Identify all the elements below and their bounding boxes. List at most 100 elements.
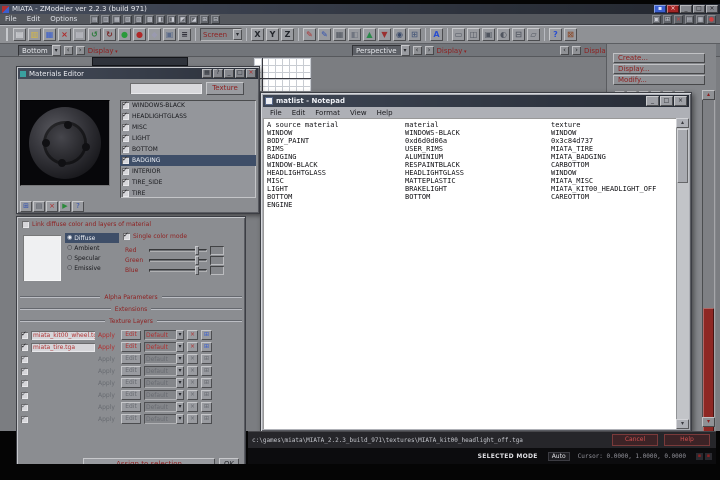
layer-uv-button[interactable] bbox=[201, 378, 212, 388]
window-button[interactable]: × bbox=[246, 69, 256, 78]
axis-toggle-button[interactable]: Y bbox=[266, 28, 279, 41]
material-list-item[interactable]: WINDOWS-BLACK bbox=[120, 100, 256, 111]
window-button[interactable]: □ bbox=[660, 96, 673, 106]
window-button[interactable]: □ bbox=[235, 69, 245, 78]
material-list-item[interactable]: INTERIOR bbox=[120, 166, 256, 177]
command-button[interactable]: Create... bbox=[613, 53, 705, 63]
material-list-item[interactable]: BOTTOM bbox=[120, 144, 256, 155]
layer-delete-button[interactable] bbox=[187, 402, 198, 412]
material-list-item[interactable]: BADGING bbox=[120, 155, 256, 166]
menubar-tool-icon[interactable]: × bbox=[674, 14, 683, 24]
toolbar-icon[interactable]: ↺ bbox=[88, 28, 101, 41]
menubar-tool-icon[interactable]: ◩ bbox=[178, 14, 188, 24]
toolbar-icon[interactable]: ▤ bbox=[13, 28, 26, 41]
layer-delete-button[interactable] bbox=[187, 342, 198, 352]
material-list-item[interactable]: HEADLIGHTGLASS bbox=[120, 111, 256, 122]
color-channel-option[interactable]: Ambient bbox=[65, 243, 119, 253]
link-checkbox[interactable] bbox=[22, 221, 29, 228]
layer-uv-button[interactable] bbox=[201, 330, 212, 340]
menubar-tool-icon[interactable]: ◨ bbox=[167, 14, 177, 24]
notepad-titlebar[interactable]: matlist - Notepad _ □ × bbox=[263, 95, 689, 107]
toolbar-icon[interactable]: ◐ bbox=[497, 28, 510, 41]
layer-blend-dropdown[interactable]: Default bbox=[144, 378, 184, 388]
layer-texture-name[interactable] bbox=[31, 415, 95, 424]
window-button[interactable]: × bbox=[667, 5, 679, 13]
material-list-item[interactable]: MISC bbox=[120, 122, 256, 133]
layer-edit-button[interactable]: Edit bbox=[121, 330, 141, 340]
layer-edit-button[interactable]: Edit bbox=[121, 402, 141, 412]
layer-blend-dropdown[interactable]: Default bbox=[144, 402, 184, 412]
layer-checkbox[interactable] bbox=[21, 391, 28, 399]
layer-texture-name[interactable]: miata_tire.tga bbox=[31, 342, 95, 352]
menubar-tool-icon[interactable]: ▦ bbox=[696, 14, 705, 24]
prev-view-button[interactable] bbox=[560, 46, 569, 55]
menubar-tool-icon[interactable]: ▧ bbox=[123, 14, 133, 24]
command-button[interactable]: Modify... bbox=[613, 75, 705, 85]
next-view-button[interactable] bbox=[75, 46, 85, 55]
slider-value-spinner[interactable] bbox=[210, 255, 224, 265]
slider-thumb[interactable] bbox=[195, 265, 200, 275]
material-visibility-checkbox[interactable] bbox=[122, 189, 129, 197]
window-button[interactable]: × bbox=[674, 96, 687, 106]
window-button[interactable]: _ bbox=[680, 5, 692, 13]
next-view-button[interactable] bbox=[572, 46, 581, 55]
menubar-tool-icon[interactable]: ⊟ bbox=[211, 14, 221, 24]
section-header[interactable]: Alpha Parameters bbox=[20, 291, 242, 303]
toolbar-icon[interactable]: ⊠ bbox=[564, 28, 577, 41]
layer-checkbox[interactable] bbox=[21, 367, 28, 375]
material-visibility-checkbox[interactable] bbox=[122, 134, 129, 142]
chevron-down-icon[interactable] bbox=[176, 330, 184, 340]
window-button[interactable]: ▦ bbox=[202, 69, 212, 78]
menu-item[interactable]: Options bbox=[45, 15, 82, 23]
scrollbar-thumb[interactable] bbox=[677, 129, 688, 183]
slider-thumb[interactable] bbox=[195, 245, 200, 255]
chevron-down-icon[interactable] bbox=[176, 366, 184, 376]
layer-edit-button[interactable]: Edit bbox=[121, 390, 141, 400]
layer-edit-button[interactable]: Edit bbox=[121, 354, 141, 364]
toolbar-icon[interactable]: ? bbox=[549, 28, 562, 41]
window-button[interactable]: _ bbox=[646, 96, 659, 106]
material-visibility-checkbox[interactable] bbox=[122, 167, 129, 175]
layer-uv-button[interactable] bbox=[201, 390, 212, 400]
material-list-item[interactable]: LIGHT bbox=[120, 133, 256, 144]
window-button[interactable]: ? bbox=[213, 69, 223, 78]
color-channel-option[interactable]: Specular bbox=[65, 253, 119, 263]
slider-value-spinner[interactable] bbox=[210, 245, 224, 255]
toolbar-icon[interactable]: ↻ bbox=[103, 28, 116, 41]
layer-delete-button[interactable] bbox=[187, 390, 198, 400]
material-list-item[interactable]: TIRE bbox=[120, 188, 256, 198]
chevron-down-icon[interactable] bbox=[176, 354, 184, 364]
chevron-down-icon[interactable] bbox=[233, 29, 242, 40]
layer-checkbox[interactable] bbox=[21, 331, 28, 339]
window-button[interactable]: × bbox=[706, 5, 718, 13]
toolbar-icon[interactable]: ▥ bbox=[28, 28, 41, 41]
scrollbar-thumb[interactable] bbox=[703, 308, 714, 450]
path-bar-button[interactable]: Cancel bbox=[612, 434, 658, 446]
menu-item[interactable]: Help bbox=[372, 109, 398, 117]
materials-editor-tool-icon[interactable]: × bbox=[46, 201, 58, 212]
layer-texture-name[interactable]: miata_kit00_wheel.tga bbox=[31, 330, 95, 340]
chevron-down-icon[interactable] bbox=[176, 342, 184, 352]
toolbar-icon[interactable]: ● bbox=[118, 28, 131, 41]
menu-item[interactable]: Format bbox=[310, 109, 345, 117]
menubar-tool-icon[interactable]: ◪ bbox=[189, 14, 199, 24]
prev-view-button[interactable] bbox=[63, 46, 73, 55]
chevron-down-icon[interactable] bbox=[51, 45, 61, 56]
layer-uv-button[interactable] bbox=[201, 414, 212, 424]
materials-editor-tool-icon[interactable]: ⊞ bbox=[20, 201, 32, 212]
scroll-up-icon[interactable] bbox=[702, 90, 715, 100]
toolbar-icon[interactable]: ▣ bbox=[482, 28, 495, 41]
menu-item[interactable]: File bbox=[0, 15, 22, 23]
section-header[interactable]: Extensions bbox=[20, 303, 242, 315]
path-bar-button[interactable]: Help bbox=[664, 434, 710, 446]
layer-checkbox[interactable] bbox=[21, 415, 28, 423]
next-view-button[interactable] bbox=[424, 46, 434, 55]
layer-checkbox[interactable] bbox=[21, 343, 28, 351]
layer-texture-name[interactable] bbox=[31, 403, 95, 412]
toolbar-icon[interactable]: ▼ bbox=[378, 28, 391, 41]
materials-editor-titlebar[interactable]: Materials Editor ▦? _ □ × bbox=[18, 68, 258, 79]
color-channel-option[interactable]: Emissive bbox=[65, 263, 119, 273]
layer-delete-button[interactable] bbox=[187, 414, 198, 424]
layer-edit-button[interactable]: Edit bbox=[121, 366, 141, 376]
material-visibility-checkbox[interactable] bbox=[122, 156, 129, 164]
